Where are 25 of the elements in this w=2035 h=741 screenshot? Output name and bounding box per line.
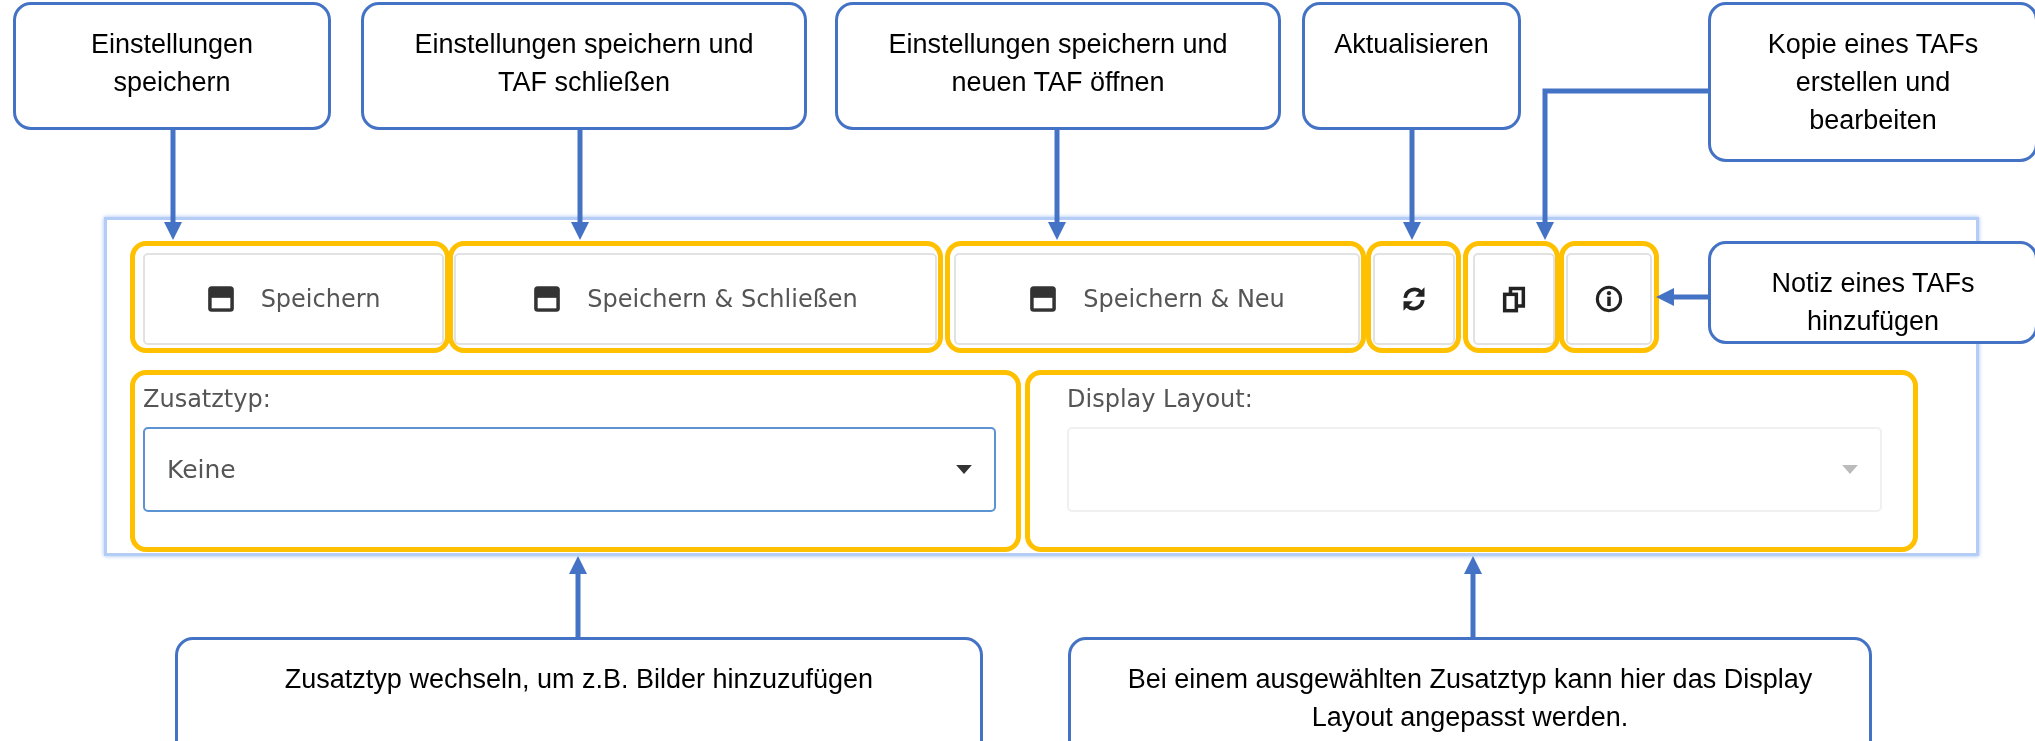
callout-text: Bei einem ausgewählten Zusatztyp kann hier das Display Layout angepasst werden. [1127, 663, 1813, 734]
save-button[interactable]: Speichern & Schließen [454, 253, 937, 345]
copy-icon [1500, 285, 1528, 313]
save-button[interactable]: Speichern [143, 253, 444, 345]
refresh-icon [1400, 285, 1428, 313]
callout-text: Einstellungen speichern und TAF schließen [414, 28, 754, 99]
caret-icon [956, 465, 972, 474]
copy-button[interactable] [1473, 253, 1555, 345]
refresh-button[interactable] [1373, 253, 1455, 345]
callout-text: Einstellungen speichern und neuen TAF öffnen [888, 28, 1228, 99]
dropdown-field[interactable]: Keine [143, 427, 996, 512]
save-icon [206, 285, 235, 313]
save-button[interactable]: Speichern & Neu [954, 253, 1360, 345]
info-button[interactable] [1566, 253, 1652, 345]
callout-text: Kopie eines TAFs erstellen und bearbeiten [1767, 28, 1979, 137]
callout-text: Notiz eines TAFs hinzufügen [1771, 267, 1975, 338]
save-icon [1029, 285, 1058, 313]
callout-text: Zusatztyp wechseln, um z.B. Bilder hinzuzufügen [284, 663, 874, 696]
callout-text: Einstellungen speichern [90, 28, 254, 99]
info-icon [1595, 285, 1623, 313]
field-label: Display Layout: [1067, 385, 1254, 413]
caret-icon [1842, 465, 1858, 474]
save-icon [533, 285, 562, 313]
field-label: Zusatztyp: [143, 385, 272, 413]
callout-text: Aktualisieren [1334, 28, 1489, 61]
